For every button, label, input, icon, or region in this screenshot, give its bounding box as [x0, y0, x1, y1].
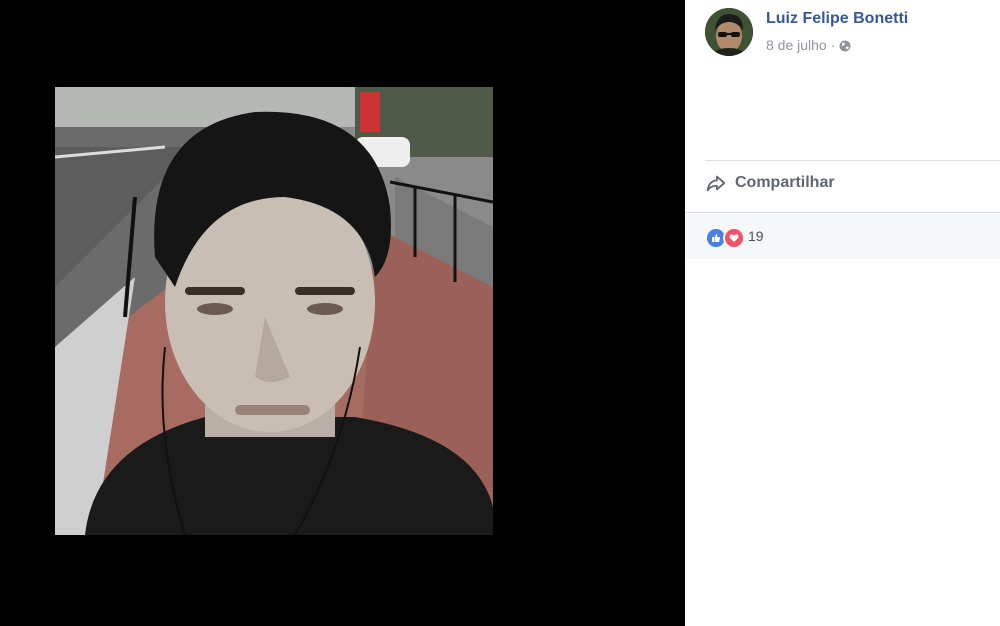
post-side-panel: Luiz Felipe Bonetti 8 de julho · Compart…: [685, 0, 1000, 626]
selfie-image: [55, 87, 493, 535]
avatar-image: [705, 8, 753, 56]
meta-separator: ·: [830, 37, 836, 53]
reaction-icons[interactable]: [705, 227, 745, 249]
share-button[interactable]: Compartilhar: [705, 172, 835, 194]
photo-viewer: [0, 0, 685, 626]
post-photo[interactable]: [55, 87, 493, 535]
reactions-bar: 19: [685, 212, 1000, 259]
post-date[interactable]: 8 de julho: [766, 37, 827, 53]
author-name[interactable]: Luiz Felipe Bonetti: [766, 10, 908, 28]
love-icon: [723, 227, 745, 249]
divider: [705, 160, 1000, 161]
share-arrow-icon: [706, 175, 726, 192]
avatar[interactable]: [705, 8, 753, 56]
post-meta: 8 de julho ·: [766, 37, 851, 53]
share-label: Compartilhar: [735, 174, 835, 191]
globe-icon[interactable]: [839, 39, 851, 52]
reaction-count[interactable]: 19: [748, 228, 764, 244]
